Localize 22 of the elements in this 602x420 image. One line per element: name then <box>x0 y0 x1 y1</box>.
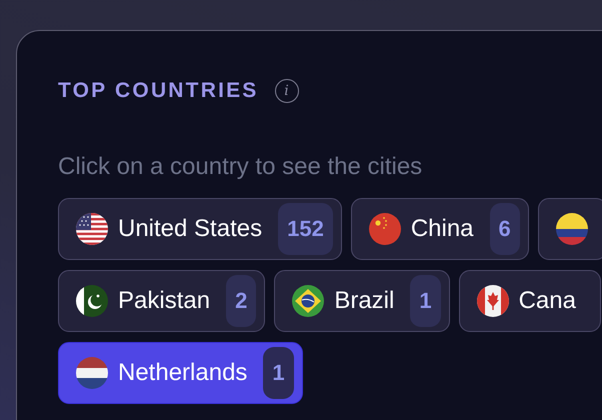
count-badge: 6 <box>490 203 520 255</box>
crescent-flag-icon <box>76 285 108 317</box>
count-badge: 152 <box>278 203 333 255</box>
striped-flag-icon <box>76 357 108 389</box>
diamond-flag-icon <box>292 285 324 317</box>
country-chip[interactable]: China 6 <box>350 198 529 260</box>
country-chip[interactable]: United States 152 <box>58 198 342 260</box>
country-chip[interactable]: Netherlands 1 <box>58 342 303 404</box>
section-title: TOP COUNTRIES <box>58 79 259 103</box>
stars-stripes-flag-icon <box>76 213 108 245</box>
stars-flag-icon <box>368 213 401 245</box>
country-chip[interactable]: Cana <box>458 270 601 332</box>
country-chip[interactable]: Brazil 1 <box>274 270 450 332</box>
count-badge: 1 <box>263 347 294 399</box>
country-chip[interactable] <box>538 198 602 260</box>
info-icon[interactable]: i <box>274 79 299 103</box>
maple-leaf-flag-icon <box>476 285 509 317</box>
country-chip[interactable]: Pakistan 2 <box>58 270 266 332</box>
count-badge: 2 <box>226 275 256 327</box>
count-badge: 1 <box>410 275 441 327</box>
hint-text: Click on a country to see the cities <box>58 153 424 181</box>
striped-flag-icon <box>556 213 588 245</box>
